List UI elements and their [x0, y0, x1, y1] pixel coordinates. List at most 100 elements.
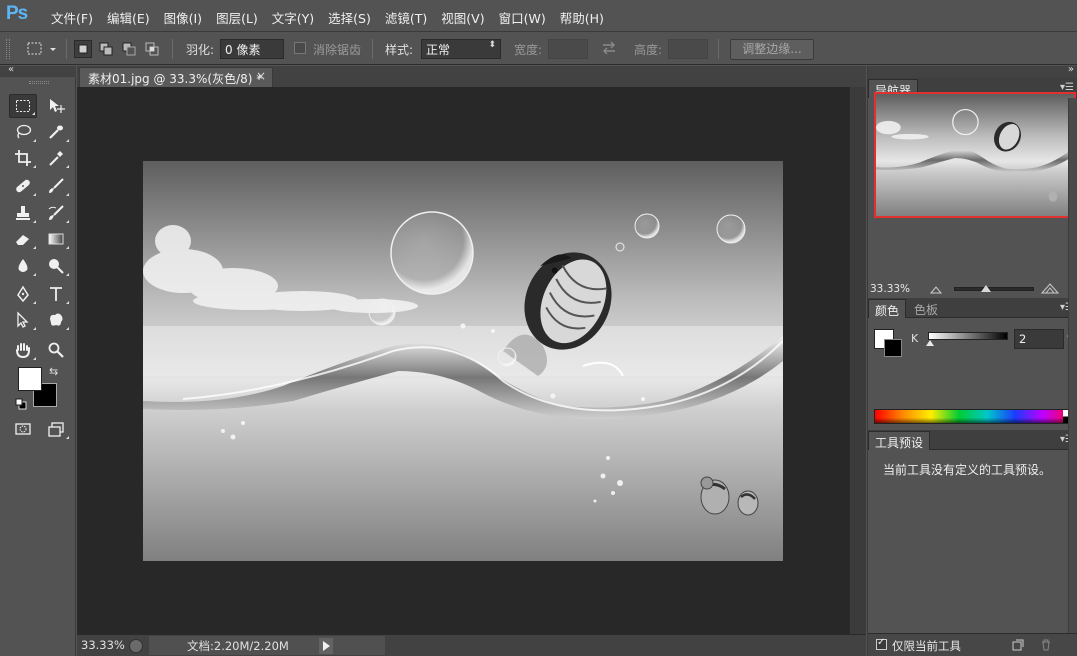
- brush-tool[interactable]: [42, 174, 70, 198]
- navigator-zoom-value[interactable]: 33.33%: [870, 283, 910, 295]
- spot-healing-brush-tool[interactable]: [9, 174, 37, 198]
- width-input[interactable]: [548, 39, 588, 59]
- default-colors-button[interactable]: [15, 398, 27, 410]
- menu-layer[interactable]: 图层(L): [209, 8, 265, 27]
- swap-dimensions-button[interactable]: [600, 40, 620, 60]
- toolbox-grip[interactable]: [29, 81, 49, 84]
- eraser-tool[interactable]: [9, 227, 37, 251]
- current-tool-only-checkbox[interactable]: [876, 637, 887, 650]
- panel-scrollbar[interactable]: [1068, 98, 1077, 633]
- menu-file[interactable]: 文件(F): [44, 8, 100, 27]
- menu-edit[interactable]: 编辑(E): [100, 8, 157, 27]
- custom-shape-tool[interactable]: [42, 308, 70, 332]
- divider: [66, 39, 67, 59]
- gradient-tool[interactable]: [42, 227, 70, 251]
- divider: [718, 39, 719, 59]
- navigator-thumbnail[interactable]: [874, 92, 1076, 218]
- expand-panels-icon[interactable]: »: [1068, 64, 1074, 75]
- status-zoom-value[interactable]: 33.33%: [81, 638, 125, 652]
- blur-tool[interactable]: [9, 254, 37, 278]
- foreground-color-swatch[interactable]: [18, 367, 42, 391]
- canvas-vertical-scrollbar[interactable]: [849, 87, 866, 634]
- height-input[interactable]: [668, 39, 708, 59]
- document-image[interactable]: [143, 161, 783, 561]
- move-tool[interactable]: [42, 94, 70, 118]
- style-select-value: 正常: [426, 43, 451, 57]
- menu-view[interactable]: 视图(V): [434, 8, 491, 27]
- navigator-zoom-slider[interactable]: [954, 287, 1034, 291]
- add-selection-button[interactable]: [97, 40, 115, 58]
- tab-tool-presets[interactable]: 工具预设: [868, 431, 931, 450]
- menu-filter[interactable]: 滤镜(T): [378, 8, 434, 27]
- tab-color[interactable]: 颜色: [868, 299, 907, 318]
- new-preset-icon[interactable]: [1012, 639, 1024, 651]
- lasso-tool[interactable]: [9, 120, 37, 144]
- zoom-in-icon[interactable]: [1041, 282, 1059, 294]
- quick-mask-icon: [15, 423, 31, 435]
- k-channel-input[interactable]: 2: [1014, 329, 1064, 349]
- swap-colors-icon[interactable]: ⇆: [49, 365, 58, 378]
- close-tab-icon[interactable]: ×: [256, 69, 266, 83]
- menu-select[interactable]: 选择(S): [321, 8, 378, 27]
- k-channel-slider[interactable]: [928, 332, 1008, 340]
- eraser-icon: [16, 235, 29, 245]
- navigator-preview-image: [876, 94, 1074, 216]
- k-channel-label: K: [911, 332, 919, 345]
- color-panel-background-swatch[interactable]: [884, 339, 902, 357]
- intersect-selection-button[interactable]: [143, 40, 161, 58]
- height-label: 高度:: [634, 43, 663, 57]
- right-panel-dock: » 导航器 ▾☰ 33.33% 颜色 色板 ▾☰ K 2 %: [867, 64, 1077, 656]
- collapse-icon[interactable]: «: [8, 64, 14, 75]
- style-select[interactable]: 正常 ⬍: [421, 39, 501, 59]
- brush-icon: [49, 178, 64, 193]
- canvas-area[interactable]: [77, 87, 849, 634]
- trash-icon[interactable]: [1040, 639, 1052, 651]
- menu-image[interactable]: 图像(I): [157, 8, 209, 27]
- quick-mask-button[interactable]: [9, 417, 37, 441]
- type-tool[interactable]: [42, 282, 70, 306]
- rectangular-marquee-tool[interactable]: [9, 94, 37, 118]
- screen-mode-button[interactable]: [42, 417, 70, 441]
- status-menu-arrow-icon[interactable]: [319, 638, 333, 654]
- antialias-checkbox[interactable]: [294, 42, 306, 54]
- menu-window[interactable]: 窗口(W): [492, 8, 553, 27]
- tool-preset-picker[interactable]: [24, 39, 60, 59]
- menu-type[interactable]: 文字(Y): [265, 8, 321, 27]
- refine-edge-button[interactable]: 调整边缘...: [730, 39, 814, 60]
- pen-tool[interactable]: [9, 282, 37, 306]
- subtract-selection-icon: [122, 42, 136, 56]
- add-selection-icon: [99, 42, 113, 56]
- hand-tool[interactable]: [9, 338, 37, 362]
- document-tab[interactable]: 素材01.jpg @ 33.3%(灰色/8) * ×: [79, 67, 273, 87]
- clone-stamp-tool[interactable]: [9, 201, 37, 225]
- quick-selection-tool[interactable]: [42, 120, 70, 144]
- rectangular-marquee-icon: [16, 100, 30, 112]
- history-brush-tool[interactable]: [42, 201, 70, 225]
- eyedropper-tool[interactable]: [42, 146, 70, 170]
- document-tab-bar: 素材01.jpg @ 33.3%(灰色/8) * ×: [77, 66, 866, 87]
- feather-input[interactable]: 0 像素: [220, 39, 284, 59]
- status-bar: 33.33% 文档:2.20M/2.20M: [77, 634, 866, 656]
- water-drop-icon: [18, 259, 28, 272]
- path-selection-tool[interactable]: [9, 308, 37, 332]
- screen-mode-icon: [48, 422, 64, 437]
- panel-dock-header: »: [868, 64, 1077, 78]
- stamp-icon: [16, 206, 30, 220]
- subtract-selection-button[interactable]: [120, 40, 138, 58]
- dodge-tool[interactable]: [42, 254, 70, 278]
- color-spectrum-bar[interactable]: [874, 409, 1072, 424]
- magnifier-icon: [48, 342, 64, 358]
- k-channel-knob[interactable]: [926, 340, 934, 346]
- options-grip[interactable]: [6, 39, 10, 59]
- default-colors-icon: [15, 398, 27, 410]
- status-info-icon[interactable]: [129, 639, 143, 653]
- tab-swatches[interactable]: 色板: [908, 299, 944, 318]
- new-selection-button[interactable]: [74, 40, 92, 58]
- zoom-out-icon[interactable]: [930, 284, 942, 294]
- crop-tool[interactable]: [9, 146, 37, 170]
- zoom-tool[interactable]: [42, 338, 70, 362]
- navigator-zoom-knob[interactable]: [981, 285, 991, 292]
- antialias-label: 消除锯齿: [313, 43, 362, 57]
- menu-help[interactable]: 帮助(H): [553, 8, 611, 27]
- swap-arrows-icon: [603, 41, 615, 55]
